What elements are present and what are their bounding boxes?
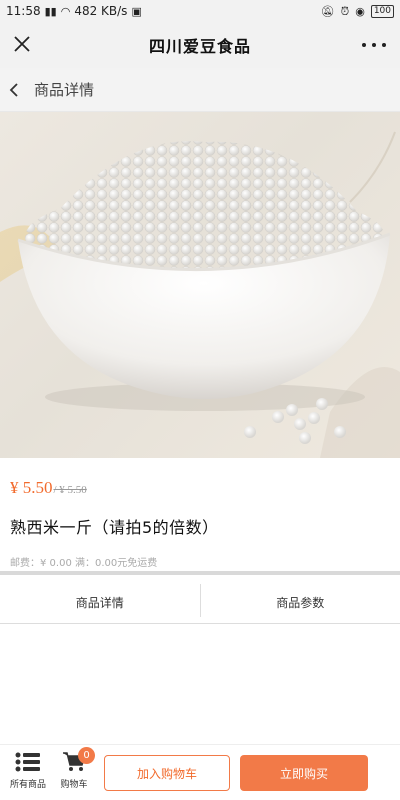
location-icon: ◉ — [355, 4, 365, 18]
net-speed: 482 KB/s — [74, 4, 128, 18]
bottom-bar: 所有商品 0 购物车 加入购物车 立即购买 — [0, 744, 400, 800]
status-bar: 11:58 ▮▮ ◠ 482 KB/s ▣ 🔕︎ ⏰︎ ◉ 100 — [0, 0, 400, 22]
buy-now-button[interactable]: 立即购买 — [240, 755, 368, 791]
list-icon — [15, 752, 40, 772]
sub-header: 商品详情 — [0, 68, 400, 112]
title-bar: 四川爱豆食品 — [0, 22, 400, 68]
add-to-cart-button[interactable]: 加入购物车 — [104, 755, 230, 791]
photo-icon: ▣ — [131, 4, 142, 18]
battery-icon: 100 — [370, 4, 394, 18]
all-products-button[interactable]: 所有商品 — [6, 751, 50, 790]
tapioca-bowl-illustration — [0, 131, 400, 458]
tab-product-details[interactable]: 商品详情 — [0, 582, 200, 623]
mute-icon: 🔕︎ — [320, 4, 335, 18]
price-row: ¥ 5.50 / ¥ 5.50 — [10, 478, 87, 498]
wifi-icon: ◠ — [60, 4, 71, 18]
sub-header-title: 商品详情 — [34, 81, 95, 99]
product-price: ¥ 5.50 — [10, 478, 53, 497]
cart-count-badge: 0 — [78, 747, 95, 764]
product-image — [0, 112, 400, 458]
detail-tabs: 商品详情 商品参数 — [0, 582, 400, 624]
section-divider — [0, 571, 400, 575]
close-icon[interactable] — [10, 32, 34, 56]
status-time: 11:58 — [6, 4, 41, 18]
product-name: 熟西米一斤（请拍5的倍数） — [10, 518, 219, 537]
original-price: / ¥ 5.50 — [53, 484, 87, 496]
tab-product-params[interactable]: 商品参数 — [201, 582, 400, 623]
cart-button[interactable]: 0 购物车 — [52, 747, 96, 790]
shipping-info: 邮费：¥ 0.00 满：0.00元免运费 — [10, 558, 158, 569]
signal-icon: ▮▮ — [44, 4, 57, 18]
cart-label: 购物车 — [60, 780, 88, 790]
back-icon[interactable] — [6, 81, 24, 99]
page-title: 四川爱豆食品 — [148, 37, 251, 56]
more-icon[interactable] — [362, 33, 386, 57]
all-products-label: 所有商品 — [9, 780, 46, 790]
alarm-icon: ⏰︎ — [340, 4, 350, 18]
